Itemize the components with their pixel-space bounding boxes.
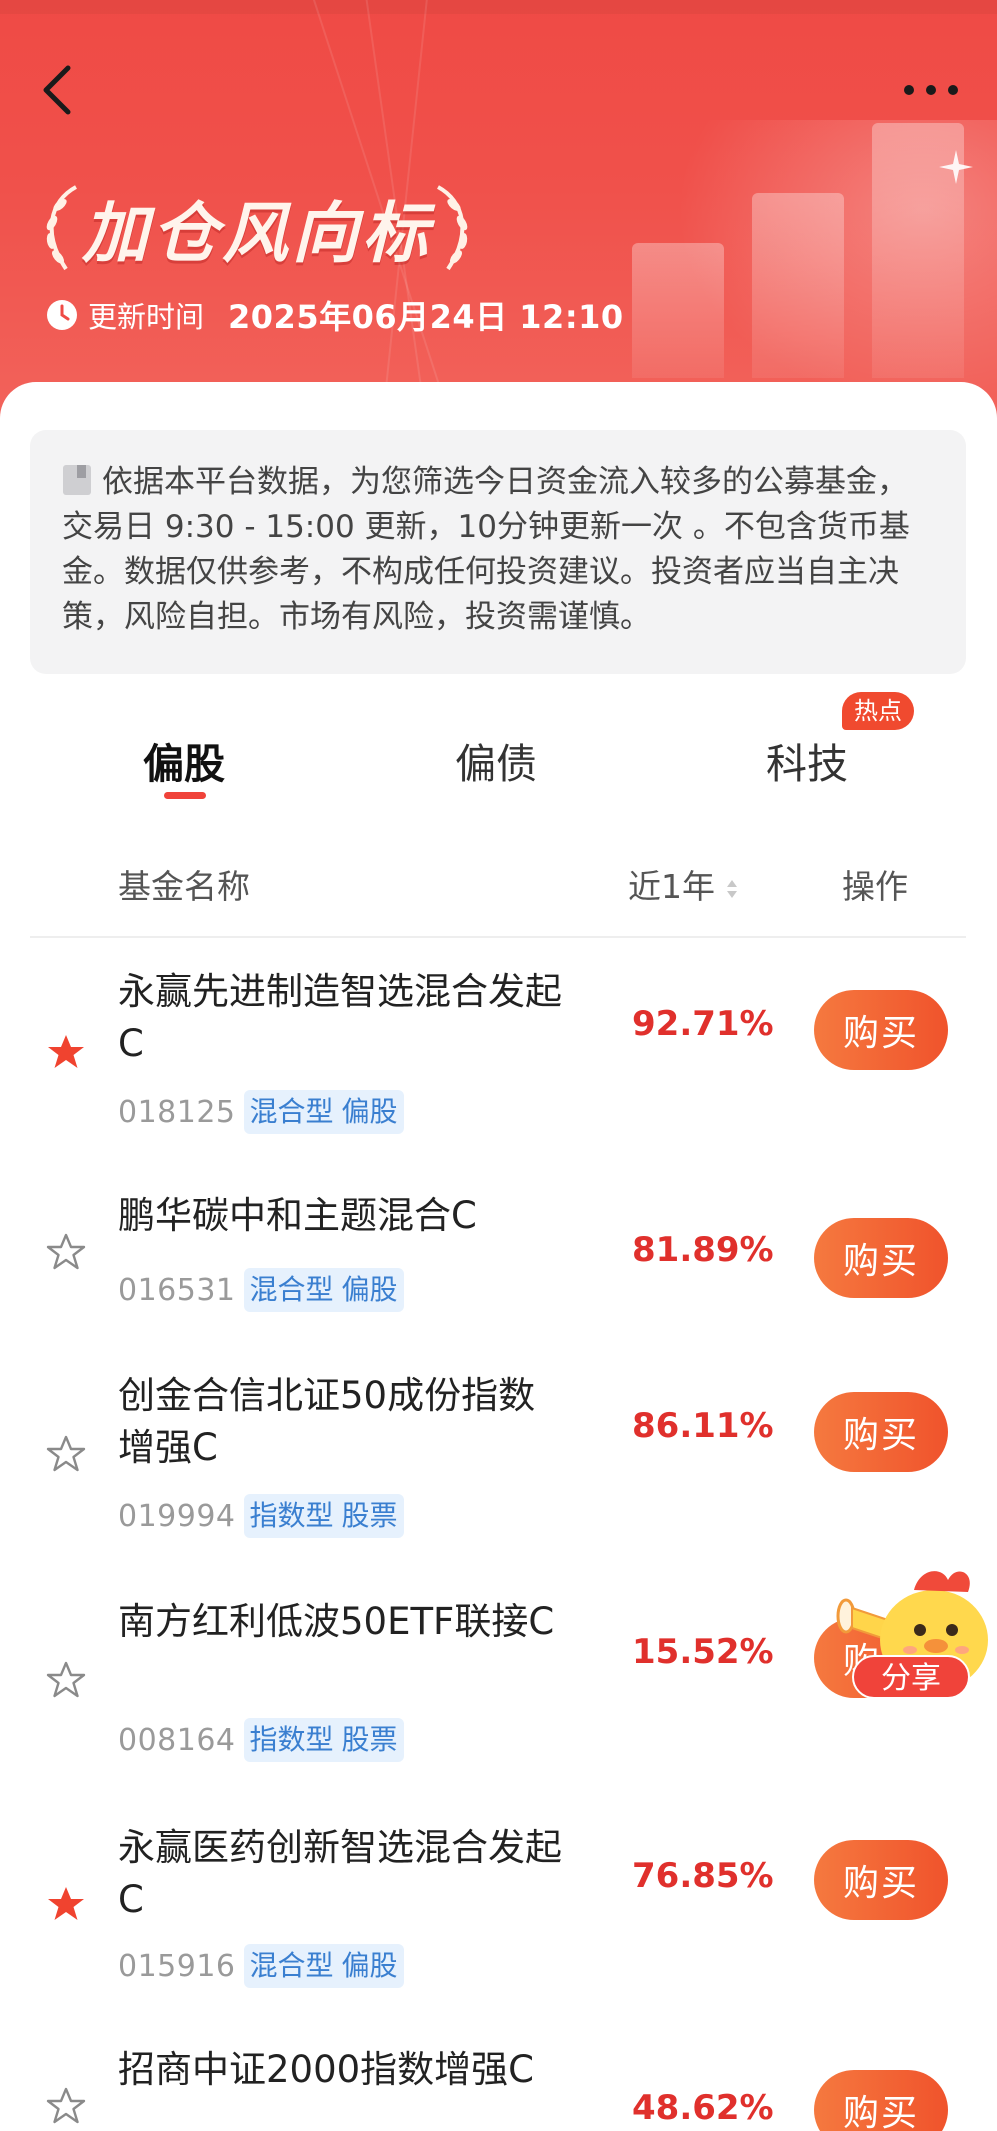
fund-type-tag: 混合型 bbox=[243, 1090, 338, 1134]
favorite-star-outline-icon[interactable] bbox=[46, 1232, 86, 1272]
sparkle-icon bbox=[939, 150, 973, 184]
update-label: 更新时间 bbox=[88, 300, 205, 334]
deco-bar bbox=[632, 243, 724, 378]
favorite-star-filled-icon[interactable] bbox=[46, 1032, 86, 1072]
col-return-sort[interactable]: 近1年 bbox=[628, 860, 739, 908]
tab-equity[interactable]: 偏股 bbox=[143, 730, 225, 790]
buy-button[interactable]: 购买 bbox=[814, 1218, 948, 1298]
fund-meta: 008164 指数型 股票 bbox=[118, 1718, 404, 1762]
more-button[interactable] bbox=[901, 70, 961, 110]
tab-bond[interactable]: 偏债 bbox=[455, 730, 537, 790]
fund-code: 015916 bbox=[118, 1948, 236, 1984]
tab-tech[interactable]: 科技 bbox=[766, 730, 848, 790]
favorite-star-outline-icon[interactable] bbox=[46, 1660, 86, 1700]
divider bbox=[30, 936, 966, 938]
buy-button[interactable]: 购买 bbox=[814, 1392, 948, 1472]
title-text: 加仓风向标 bbox=[82, 194, 432, 272]
deco-bar bbox=[752, 193, 844, 378]
fund-name[interactable]: 南方红利低波50ETF联接C bbox=[118, 1596, 558, 1648]
fund-return: 86.11% bbox=[632, 1406, 774, 1446]
fund-type-tag: 指数型 bbox=[243, 1494, 338, 1538]
disclaimer-notice: 依据本平台数据，为您筛选今日资金流入较多的公募基金，交易日 9:30 - 15:… bbox=[30, 430, 966, 674]
fund-name[interactable]: 鹏华碳中和主题混合C bbox=[118, 1190, 578, 1242]
col-action: 操作 bbox=[842, 867, 908, 906]
buy-button[interactable]: 购买 bbox=[814, 2070, 948, 2131]
fund-return: 48.62% bbox=[632, 2088, 774, 2128]
notice-text: 依据本平台数据，为您筛选今日资金流入较多的公募基金，交易日 9:30 - 15:… bbox=[62, 464, 910, 635]
fund-code: 016531 bbox=[118, 1272, 236, 1308]
buy-button[interactable]: 购买 bbox=[814, 990, 948, 1070]
clock-icon bbox=[47, 300, 77, 330]
tab-active-indicator bbox=[164, 792, 206, 799]
fund-type-tag: 混合型 bbox=[243, 1268, 338, 1312]
fund-meta: 015916 混合型 偏股 bbox=[118, 1944, 404, 1988]
fund-type-tag: 混合型 bbox=[243, 1944, 338, 1988]
category-tabs: 偏股 偏债 科技 热点 bbox=[0, 692, 997, 802]
fund-name[interactable]: 永赢先进制造智选混合发起C bbox=[118, 966, 578, 1070]
table-header: 基金名称 近1年 操作 bbox=[0, 852, 997, 918]
update-time: 2025年06月24日 12:10 bbox=[228, 298, 624, 336]
fund-style-tag: 股票 bbox=[337, 1718, 404, 1762]
header-banner: 加仓风向标 更新时间 2025年06月24日 12:10 bbox=[0, 0, 997, 420]
fund-name[interactable]: 永赢医药创新智选混合发起C bbox=[118, 1822, 578, 1926]
update-time-row: 更新时间 2025年06月24日 12:10 bbox=[46, 292, 624, 338]
back-button[interactable] bbox=[38, 60, 78, 120]
fund-code: 019994 bbox=[118, 1498, 236, 1534]
fund-name[interactable]: 创金合信北证50成份指数增强C bbox=[118, 1370, 558, 1474]
fund-code: 008164 bbox=[118, 1722, 236, 1758]
fund-type-tag: 指数型 bbox=[243, 1718, 338, 1762]
fund-meta: 016531 混合型 偏股 bbox=[118, 1268, 404, 1312]
favorite-star-outline-icon[interactable] bbox=[46, 2086, 86, 2126]
laurel-right-icon bbox=[436, 185, 468, 271]
fund-style-tag: 偏股 bbox=[337, 1944, 404, 1988]
sort-icon bbox=[727, 880, 737, 898]
fund-meta: 018125 混合型 偏股 bbox=[118, 1090, 404, 1134]
buy-button[interactable]: 购买 bbox=[814, 1840, 948, 1920]
document-icon bbox=[63, 465, 91, 495]
fund-name[interactable]: 招商中证2000指数增强C bbox=[118, 2044, 578, 2096]
share-button[interactable]: 分享 bbox=[852, 1655, 970, 1699]
page-title: 加仓风向标 bbox=[36, 180, 478, 276]
fund-return: 15.52% bbox=[632, 1632, 774, 1672]
fund-code: 018125 bbox=[118, 1094, 236, 1130]
more-dots-icon bbox=[904, 85, 958, 95]
fund-style-tag: 股票 bbox=[337, 1494, 404, 1538]
fund-style-tag: 偏股 bbox=[337, 1090, 404, 1134]
status-bar bbox=[0, 0, 997, 14]
laurel-left-icon bbox=[46, 185, 78, 271]
chevron-left-icon bbox=[43, 65, 71, 115]
fund-return: 92.71% bbox=[632, 1004, 774, 1044]
fund-return: 81.89% bbox=[632, 1230, 774, 1270]
favorite-star-outline-icon[interactable] bbox=[46, 1434, 86, 1474]
fund-style-tag: 偏股 bbox=[337, 1268, 404, 1312]
hot-badge: 热点 bbox=[842, 692, 914, 730]
favorite-star-filled-icon[interactable] bbox=[46, 1884, 86, 1924]
col-fund-name: 基金名称 bbox=[118, 867, 250, 906]
fund-meta: 019994 指数型 股票 bbox=[118, 1494, 404, 1538]
fund-return: 76.85% bbox=[632, 1856, 774, 1896]
